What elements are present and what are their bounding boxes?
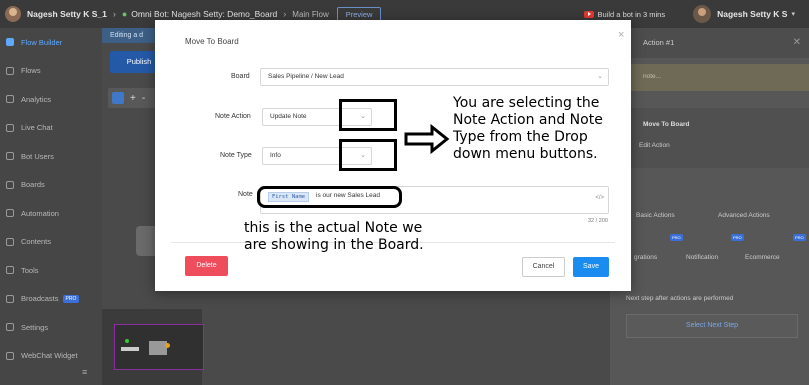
- delete-button[interactable]: Delete: [185, 256, 228, 276]
- sidebar-item-live-chat[interactable]: Live Chat: [0, 114, 102, 143]
- pro-badge: PRO: [731, 234, 744, 241]
- sidebar-item-label: Flows: [21, 66, 41, 76]
- note-type-label: Note Type: [220, 152, 252, 159]
- broadcasts-icon: [6, 294, 14, 303]
- sidebar-item-label: Live Chat: [21, 123, 53, 133]
- basic-actions-button[interactable]: Basic Actions: [636, 212, 675, 219]
- sidebar-item-label: Boards: [21, 180, 45, 190]
- boards-icon: [6, 180, 14, 189]
- action-note[interactable]: note...: [610, 64, 809, 91]
- webchat-widget-icon: [6, 351, 14, 360]
- build-bot-link[interactable]: Build a bot in 3 mins: [598, 10, 666, 19]
- flow-builder-icon: [6, 38, 14, 47]
- action-panel-title: Action #1: [610, 28, 809, 58]
- sidebar-item-label: Analytics: [21, 94, 52, 104]
- pro-badge: PRO: [793, 234, 806, 241]
- pro-badge: PRO: [62, 294, 80, 303]
- board-label: Board: [231, 73, 250, 80]
- note-label: Note: [238, 191, 253, 198]
- annotation-dropdown-note: You are selecting the Note Action and No…: [453, 95, 603, 162]
- sidebar-item-analytics[interactable]: Analytics: [0, 85, 102, 114]
- annotation-box-note-type: [339, 139, 397, 171]
- contents-icon: [6, 237, 14, 246]
- sidebar-collapse-icon[interactable]: ≡: [82, 367, 87, 377]
- next-step-hint: Next step after actions are performed: [626, 295, 734, 302]
- minimap-connector-dot: [165, 343, 170, 348]
- sidebar-item-tools[interactable]: Tools: [0, 256, 102, 285]
- account-avatar[interactable]: [693, 5, 712, 23]
- annotation-note-caption: this is the actual Note we are showing i…: [244, 220, 424, 253]
- breadcrumb-separator: ›: [112, 9, 116, 19]
- sidebar-item-webchat-widget[interactable]: WebChat Widget: [0, 342, 102, 371]
- flow-name[interactable]: Main Flow: [292, 10, 328, 19]
- character-counter: 32 / 200: [588, 218, 608, 224]
- sidebar-item-label: Automation: [21, 208, 59, 218]
- sidebar-item-label: Bot Users: [21, 151, 54, 161]
- automation-icon: [6, 209, 14, 218]
- chevron-down-icon: ⌄: [597, 73, 603, 80]
- sidebar-item-bot-users[interactable]: Bot Users: [0, 142, 102, 171]
- breadcrumb-separator: ›: [283, 9, 287, 19]
- action-card-title: Move To Board: [643, 121, 690, 128]
- live-chat-icon: [6, 123, 14, 132]
- notification-button[interactable]: Notification: [686, 254, 718, 261]
- sidebar-item-flows[interactable]: Flows: [0, 57, 102, 86]
- account-name[interactable]: Nagesh Setty K S: [717, 9, 787, 19]
- note-type-value: Info: [270, 152, 281, 159]
- sidebar-item-label: Contents: [21, 237, 52, 247]
- integrations-button[interactable]: grations: [634, 254, 657, 261]
- cancel-button[interactable]: Cancel: [522, 257, 565, 277]
- code-icon[interactable]: </>: [595, 195, 604, 201]
- workspace-user-name[interactable]: Nagesh Setty K S_1: [27, 9, 107, 19]
- sidebar-item-flow-builder[interactable]: Flow Builder: [0, 28, 102, 57]
- ecommerce-button[interactable]: Ecommerce: [745, 254, 780, 261]
- sidebar-item-label: WebChat Widget: [21, 351, 78, 361]
- note-action-value: Update Note: [270, 113, 307, 120]
- zoom-out-button[interactable]: -: [142, 93, 145, 104]
- sidebar-item-contents[interactable]: Contents: [0, 228, 102, 257]
- sidebar-item-label: Broadcasts: [21, 294, 59, 304]
- board-select-value: Sales Pipeline / New Lead: [268, 73, 344, 80]
- sidebar-item-automation[interactable]: Automation: [0, 199, 102, 228]
- board-select[interactable]: Sales Pipeline / New Lead ⌄: [260, 68, 609, 86]
- user-avatar[interactable]: [5, 6, 21, 22]
- minimap[interactable]: [114, 324, 204, 370]
- analytics-icon: [6, 95, 14, 104]
- advanced-actions-button[interactable]: Advanced Actions: [718, 212, 770, 219]
- sidebar: Flow Builder Flows Analytics Live Chat B…: [0, 28, 102, 385]
- sidebar-item-label: Flow Builder: [21, 37, 63, 47]
- bot-users-icon: [6, 152, 14, 161]
- action-card[interactable]: Move To Board Edit Action: [610, 108, 809, 168]
- chevron-down-icon[interactable]: ▾: [791, 10, 795, 18]
- bot-title[interactable]: Omni Bot: Nagesh Setty: Demo_Board: [131, 9, 277, 19]
- close-icon[interactable]: ×: [618, 29, 624, 41]
- annotation-box-note-action: [339, 99, 397, 131]
- modal-title: Move To Board: [185, 37, 239, 46]
- annotation-oval-note: [257, 186, 402, 208]
- sidebar-item-boards[interactable]: Boards: [0, 171, 102, 200]
- action-panel: Action #1 ✕ note... Move To Board Edit A…: [610, 28, 809, 385]
- edit-action-link[interactable]: Edit Action: [639, 142, 670, 149]
- zoom-in-button[interactable]: +: [130, 93, 136, 104]
- select-tool-icon[interactable]: [112, 92, 124, 104]
- bot-icon: ●: [121, 9, 128, 19]
- save-button[interactable]: Save: [573, 257, 609, 277]
- close-icon[interactable]: ✕: [793, 37, 801, 48]
- sidebar-item-settings[interactable]: Settings: [0, 313, 102, 342]
- sidebar-item-label: Tools: [21, 265, 39, 275]
- minimap-node: [121, 347, 139, 351]
- sidebar-item-broadcasts[interactable]: Broadcasts PRO: [0, 285, 102, 314]
- sidebar-item-label: Settings: [21, 322, 49, 332]
- minimap-node: [149, 341, 167, 355]
- youtube-icon[interactable]: [583, 10, 594, 18]
- flows-icon: [6, 66, 14, 75]
- note-action-label: Note Action: [215, 113, 251, 120]
- annotation-arrow-icon: [404, 124, 450, 154]
- minimap-start-dot: [125, 339, 129, 343]
- pro-badge: PRO: [670, 234, 683, 241]
- select-next-step-button[interactable]: Select Next Step: [626, 314, 798, 338]
- settings-icon: [6, 323, 14, 332]
- tools-icon: [6, 266, 14, 275]
